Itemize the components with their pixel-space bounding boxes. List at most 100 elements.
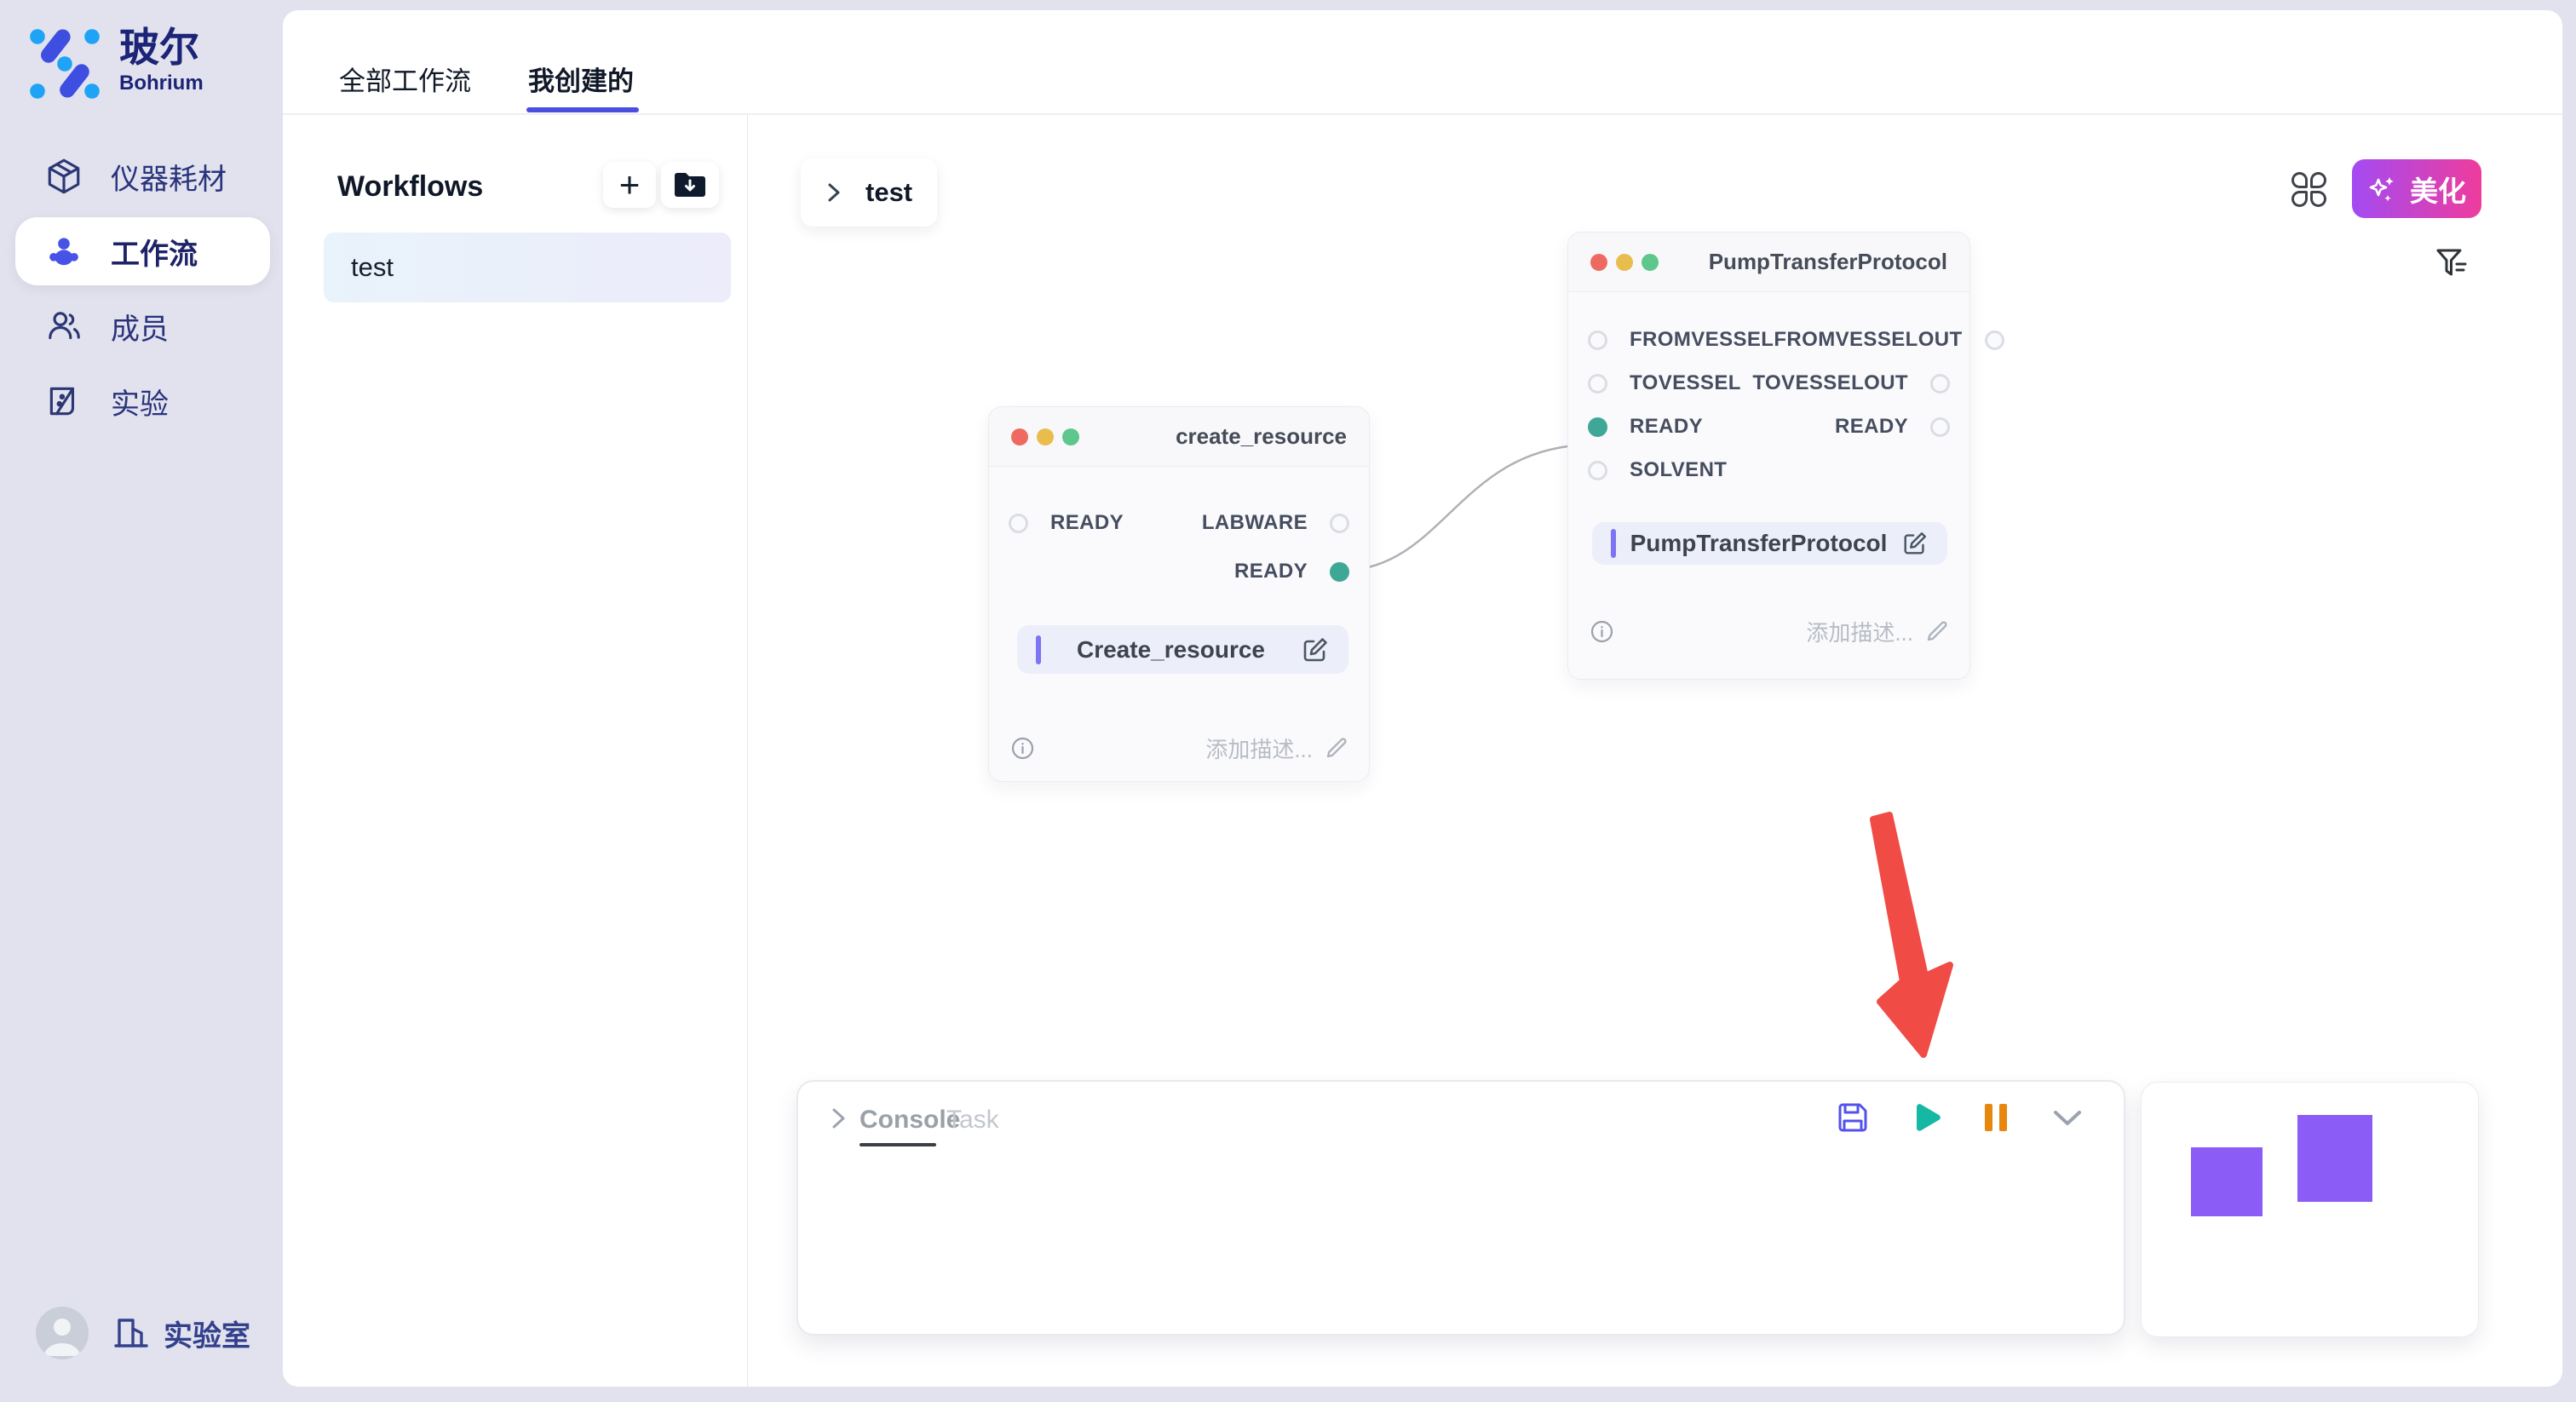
port-dot-icon[interactable] — [1588, 374, 1607, 394]
active-tab-underline — [526, 107, 639, 112]
logo-subtitle: Bohrium — [119, 72, 204, 95]
minimap-node-pump-transfer — [2297, 1115, 2372, 1202]
tab-task[interactable]: Task — [946, 1106, 999, 1135]
console-actions — [1832, 1097, 2088, 1138]
workflow-people-icon — [44, 232, 83, 271]
sidebar-menu: 仪器耗材 工作流 成员 — [0, 139, 283, 439]
node-create-resource[interactable]: create_resource READY LABWARE READY — [988, 406, 1370, 782]
panel-divider — [747, 115, 748, 1387]
app-root: 玻尔 Bohrium 仪器耗材 工作流 — [0, 0, 2576, 1402]
breadcrumb-label: test — [865, 177, 912, 208]
port-row: SOLVENT — [1568, 451, 1969, 489]
node-pump-transfer-protocol[interactable]: PumpTransferProtocol FROMVESSEL FROMVESS… — [1567, 232, 1970, 680]
sidebar-item-workflows[interactable]: 工作流 — [0, 214, 283, 289]
sidebar-footer: 实验室 — [36, 1307, 250, 1359]
node-action-pill[interactable]: Create_resource — [1017, 625, 1348, 674]
workflows-panel-title: Workflows — [337, 170, 483, 204]
add-description[interactable]: 添加描述... — [1806, 616, 1949, 647]
play-icon — [1906, 1099, 1943, 1136]
pencil-icon — [1325, 736, 1348, 760]
main-content-card: 全部工作流 我创建的 Workflows + test test — [283, 10, 2562, 1387]
lab-switcher[interactable]: 实验室 — [112, 1313, 250, 1354]
port-row: READY READY — [1568, 408, 1969, 445]
output-port-tovesselout[interactable]: TOVESSELOUT — [1752, 371, 1950, 395]
input-port-ready[interactable]: READY — [1588, 415, 1703, 439]
output-port-labware[interactable]: LABWARE — [1202, 511, 1349, 535]
collapse-panel-button[interactable] — [2047, 1097, 2088, 1138]
output-port-ready[interactable]: READY — [1234, 560, 1349, 583]
tab-my-created[interactable]: 我创建的 — [528, 60, 634, 98]
port-dot-filled-icon[interactable] — [1330, 562, 1349, 582]
sidebar-item-experiments[interactable]: 实验 — [0, 364, 283, 439]
edit-icon[interactable] — [1901, 530, 1929, 557]
beautify-button[interactable]: 美化 — [2352, 159, 2481, 218]
minimap[interactable] — [2141, 1082, 2479, 1337]
traffic-light-red-icon — [1590, 254, 1607, 271]
port-row: READY LABWARE — [989, 504, 1369, 542]
port-dot-filled-icon[interactable] — [1588, 417, 1607, 437]
console-panel: Console Task — [796, 1080, 2125, 1336]
workflow-item-label: test — [351, 252, 394, 283]
tab-console[interactable]: Console — [860, 1106, 960, 1135]
folder-download-icon — [673, 170, 707, 199]
output-port-fromvesselout[interactable]: FROMVESSELOUT — [1774, 328, 2004, 352]
logo: 玻尔 Bohrium — [27, 26, 204, 102]
save-button[interactable] — [1832, 1097, 1873, 1138]
traffic-light-yellow-icon — [1616, 254, 1633, 271]
node-action-pill[interactable]: PumpTransferProtocol — [1592, 522, 1947, 565]
filter-icon[interactable] — [2433, 244, 2470, 281]
components-grid-icon[interactable] — [2291, 172, 2329, 210]
input-port-tovessel[interactable]: TOVESSEL — [1588, 371, 1741, 395]
port-row: TOVESSEL TOVESSELOUT — [1568, 365, 1969, 402]
traffic-light-red-icon — [1011, 428, 1028, 445]
sidebar-item-label: 仪器耗材 — [111, 156, 227, 198]
pause-button[interactable] — [1975, 1097, 2016, 1138]
save-icon — [1834, 1099, 1872, 1136]
info-icon[interactable] — [1011, 737, 1034, 760]
pencil-icon — [1925, 619, 1949, 643]
chevron-right-icon[interactable] — [825, 1106, 851, 1131]
port-dot-icon[interactable] — [1009, 514, 1028, 533]
edit-icon[interactable] — [1301, 635, 1330, 664]
add-description[interactable]: 添加描述... — [1205, 733, 1348, 764]
traffic-lights — [1590, 254, 1659, 271]
run-button[interactable] — [1904, 1097, 1945, 1138]
add-workflow-button[interactable]: + — [603, 162, 656, 208]
sidebar-item-members[interactable]: 成员 — [0, 289, 283, 364]
node-footer: 添加描述... — [1590, 614, 1949, 648]
bohrium-logo-icon — [27, 26, 102, 102]
traffic-lights — [1011, 428, 1079, 445]
traffic-light-green-icon — [1062, 428, 1079, 445]
breadcrumb[interactable]: test — [801, 158, 937, 227]
chevron-down-icon — [2049, 1099, 2086, 1136]
members-icon — [44, 307, 83, 346]
console-active-underline — [860, 1143, 936, 1146]
avatar[interactable] — [36, 1307, 89, 1359]
tab-bar: 全部工作流 我创建的 — [283, 10, 2562, 115]
input-port-ready[interactable]: READY — [1009, 511, 1124, 535]
port-dot-icon[interactable] — [1930, 374, 1950, 394]
input-port-solvent[interactable]: SOLVENT — [1588, 458, 1727, 482]
port-dot-icon[interactable] — [1588, 461, 1607, 480]
sidebar-item-label: 实验 — [111, 381, 169, 422]
pill-label: PumpTransferProtocol — [1616, 530, 1901, 557]
tab-all-workflows[interactable]: 全部工作流 — [339, 60, 471, 98]
sidebar-item-instruments[interactable]: 仪器耗材 — [0, 139, 283, 214]
output-port-ready[interactable]: READY — [1835, 415, 1950, 439]
test-tube-icon — [44, 382, 83, 421]
node-header: create_resource — [989, 407, 1369, 467]
node-header: PumpTransferProtocol — [1568, 233, 1969, 292]
sidebar: 玻尔 Bohrium 仪器耗材 工作流 — [0, 0, 283, 1402]
port-dot-icon[interactable] — [1588, 330, 1607, 350]
workflow-list-item-test[interactable]: test — [324, 233, 731, 302]
chevron-right-icon — [823, 181, 845, 204]
lab-label: 实验室 — [164, 1313, 250, 1354]
package-icon — [44, 157, 83, 196]
import-folder-button[interactable] — [661, 162, 719, 208]
info-icon[interactable] — [1590, 620, 1613, 643]
input-port-fromvessel[interactable]: FROMVESSEL — [1588, 328, 1774, 352]
port-dot-icon[interactable] — [1985, 330, 2004, 350]
logo-title: 玻尔 — [119, 26, 204, 70]
port-dot-icon[interactable] — [1330, 514, 1349, 533]
port-dot-icon[interactable] — [1930, 417, 1950, 437]
